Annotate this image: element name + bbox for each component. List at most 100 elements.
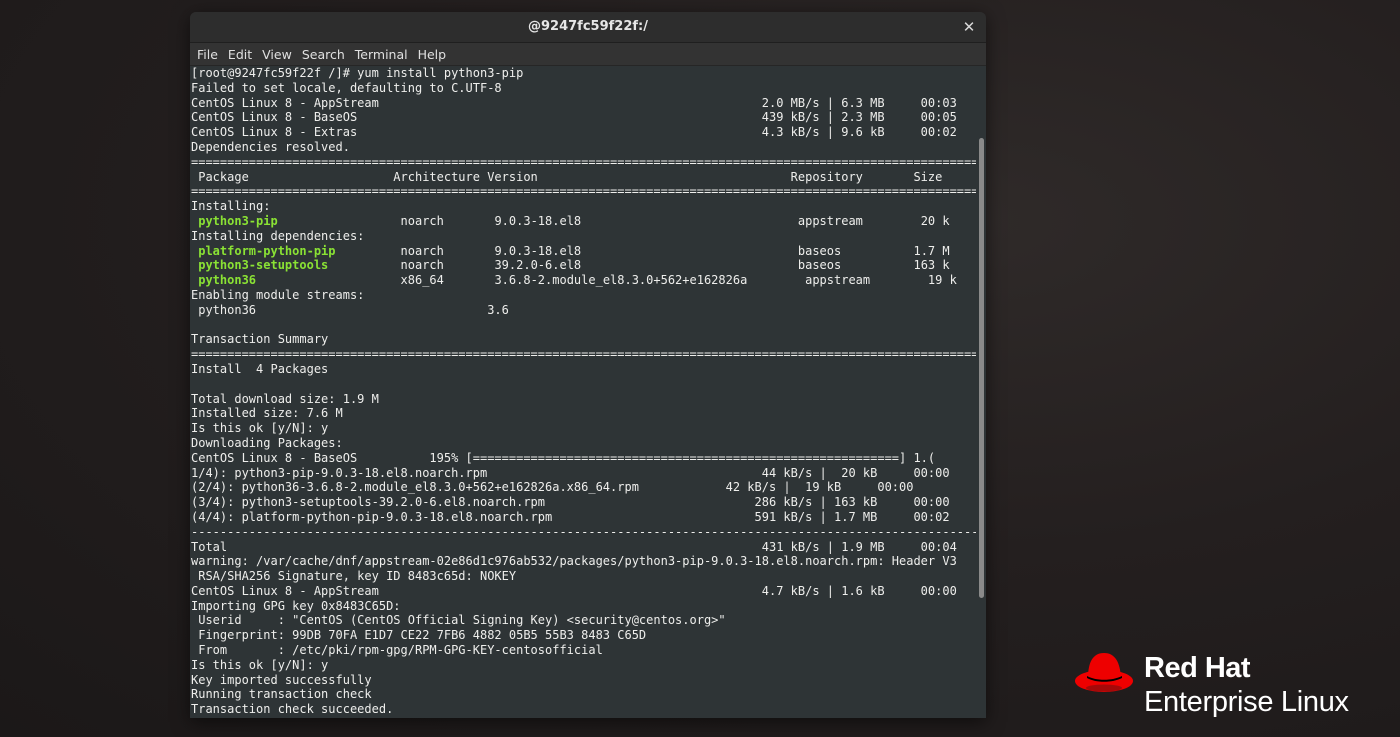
red-hat-icon (1075, 653, 1133, 692)
terminal-line: Downloading Packages: (190, 436, 976, 451)
title-bar[interactable]: @9247fc59f22f:/ ✕ (190, 12, 986, 43)
menu-view[interactable]: View (257, 47, 297, 62)
terminal-line: platform-python-pip noarch 9.0.3-18.el8 … (190, 244, 976, 259)
terminal-line: Transaction check succeeded. (190, 702, 976, 717)
menu-edit[interactable]: Edit (223, 47, 257, 62)
terminal-line: CentOS Linux 8 - BaseOS 195% [==========… (190, 451, 976, 466)
terminal-line: Transaction Summary (190, 332, 976, 347)
brand-name: Red Hat (1144, 652, 1251, 684)
line-text: python36 3.6 (191, 302, 509, 317)
terminal-line: Total 431 kB/s | 1.9 MB 00:04 (190, 540, 976, 555)
line-text: noarch 9.0.3-18.el8 baseos 1.7 M (335, 243, 950, 258)
terminal-line: ========================================… (190, 155, 976, 170)
terminal-line: CentOS Linux 8 - BaseOS 439 kB/s | 2.3 M… (190, 110, 976, 125)
line-text: [root@9247fc59f22f /]# yum install pytho… (191, 66, 524, 80)
line-text: Installed size: 7.6 M (191, 406, 343, 421)
terminal-output[interactable]: [root@9247fc59f22f /]# yum install pytho… (190, 66, 976, 718)
close-icon: ✕ (962, 18, 976, 36)
line-text: Installing: (191, 199, 271, 214)
terminal-line: Enabling module streams: (190, 288, 976, 303)
menu-terminal[interactable]: Terminal (350, 47, 413, 62)
line-text: Dependencies resolved. (191, 139, 350, 154)
terminal-line: 1/4): python3-pip-9.0.3-18.el8.noarch.rp… (190, 466, 976, 481)
line-text: Transaction check succeeded. (191, 702, 394, 717)
line-text: (2/4): python36-3.6.8-2.module_el8.3.0+5… (191, 480, 914, 495)
terminal-line: python3-setuptools noarch 39.2.0-6.el8 b… (190, 258, 976, 273)
line-text: Is this ok [y/N]: y (191, 421, 329, 436)
scrollbar-thumb[interactable] (979, 138, 984, 598)
menu-file[interactable]: File (192, 47, 223, 62)
line-text: Userid : "CentOS (CentOS Official Signin… (191, 613, 726, 628)
terminal-line: ----------------------------------------… (190, 525, 976, 540)
red-hat-logo: Red Hat Enterprise Linux (1074, 648, 1384, 728)
terminal-line: python36 3.6 (190, 303, 976, 318)
menu-bar: File Edit View Search Terminal Help (190, 43, 986, 66)
scrollbar[interactable] (976, 66, 986, 718)
line-text: ========================================… (191, 347, 976, 362)
line-text: Downloading Packages: (191, 435, 343, 450)
line-text: Transaction Summary (191, 332, 329, 347)
package-name: python3-setuptools (191, 258, 329, 273)
terminal-line: Install 4 Packages (190, 362, 976, 377)
terminal-line: Installing: (190, 199, 976, 214)
line-text: 1/4): python3-pip-9.0.3-18.el8.noarch.rp… (191, 465, 950, 480)
line-text: CentOS Linux 8 - Extras 4.3 kB/s | 9.6 k… (191, 125, 957, 140)
terminal-line: python3-pip noarch 9.0.3-18.el8 appstrea… (190, 214, 976, 229)
line-text: CentOS Linux 8 - AppStream 2.0 MB/s | 6.… (191, 95, 957, 110)
line-text: warning: /var/cache/dnf/appstream-02e86d… (191, 554, 957, 569)
terminal-line: ========================================… (190, 347, 976, 362)
line-text: CentOS Linux 8 - BaseOS 195% [==========… (191, 450, 936, 465)
line-text: From : /etc/pki/rpm-gpg/RPM-GPG-KEY-cent… (191, 643, 603, 658)
terminal-line: (3/4): python3-setuptools-39.2.0-6.el8.n… (190, 495, 976, 510)
line-text: Total 431 kB/s | 1.9 MB 00:04 (191, 539, 957, 554)
line-text: x86_64 3.6.8-2.module_el8.3.0+562+e16282… (256, 273, 957, 288)
line-text: Running transaction check (191, 687, 372, 702)
terminal-line: Key imported successfully (190, 673, 976, 688)
window-title: @9247fc59f22f:/ (528, 19, 648, 34)
line-text: noarch 39.2.0-6.el8 baseos 163 k (328, 258, 950, 273)
terminal-line: (4/4): platform-python-pip-9.0.3-18.el8.… (190, 510, 976, 525)
line-text: ----------------------------------------… (191, 524, 976, 539)
terminal-line: Package Architecture Version Repository … (190, 170, 976, 185)
line-text: noarch 9.0.3-18.el8 appstream 20 k (277, 213, 950, 228)
line-text: Key imported successfully (191, 672, 372, 687)
menu-search[interactable]: Search (297, 47, 350, 62)
terminal-line: CentOS Linux 8 - AppStream 4.7 kB/s | 1.… (190, 584, 976, 599)
terminal-line: From : /etc/pki/rpm-gpg/RPM-GPG-KEY-cent… (190, 643, 976, 658)
package-name: python3-pip (191, 213, 278, 228)
terminal-line: Importing GPG key 0x8483C65D: (190, 599, 976, 614)
line-text: Importing GPG key 0x8483C65D: (191, 598, 401, 613)
terminal-line: Running transaction check (190, 687, 976, 702)
line-text: CentOS Linux 8 - AppStream 4.7 kB/s | 1.… (191, 583, 957, 598)
terminal-line: [root@9247fc59f22f /]# yum install pytho… (190, 66, 976, 81)
close-button[interactable]: ✕ (960, 18, 978, 36)
line-text: Enabling module streams: (191, 287, 365, 302)
line-text: ========================================… (191, 154, 976, 169)
package-name: platform-python-pip (191, 243, 336, 258)
terminal-line: python36 x86_64 3.6.8-2.module_el8.3.0+5… (190, 273, 976, 288)
package-name: python36 (191, 273, 257, 288)
line-text: Fingerprint: 99DB 70FA E1D7 CE22 7FB6 48… (191, 628, 647, 643)
menu-help[interactable]: Help (413, 47, 452, 62)
brand-product: Enterprise Linux (1144, 686, 1349, 718)
terminal-line: ========================================… (190, 184, 976, 199)
line-text: RSA/SHA256 Signature, key ID 8483c65d: N… (191, 569, 517, 584)
line-text: (3/4): python3-setuptools-39.2.0-6.el8.n… (191, 495, 950, 510)
line-text: Total download size: 1.9 M (191, 391, 379, 406)
terminal-line: CentOS Linux 8 - Extras 4.3 kB/s | 9.6 k… (190, 125, 976, 140)
terminal-line: Failed to set locale, defaulting to C.UT… (190, 81, 976, 96)
terminal-line: Is this ok [y/N]: y (190, 421, 976, 436)
terminal-line: Total download size: 1.9 M (190, 392, 976, 407)
line-text: Install 4 Packages (191, 361, 329, 376)
terminal-line: Installing dependencies: (190, 229, 976, 244)
line-text: Installing dependencies: (191, 228, 365, 243)
terminal-line: RSA/SHA256 Signature, key ID 8483c65d: N… (190, 569, 976, 584)
line-text: Is this ok [y/N]: y (191, 657, 329, 672)
terminal-line: warning: /var/cache/dnf/appstream-02e86d… (190, 554, 976, 569)
line-text: Package Architecture Version Repository … (191, 169, 943, 184)
line-text: Failed to set locale, defaulting to C.UT… (191, 80, 502, 95)
terminal-line: Installed size: 7.6 M (190, 406, 976, 421)
line-text: CentOS Linux 8 - BaseOS 439 kB/s | 2.3 M… (191, 110, 957, 125)
line-text: ========================================… (191, 184, 976, 199)
